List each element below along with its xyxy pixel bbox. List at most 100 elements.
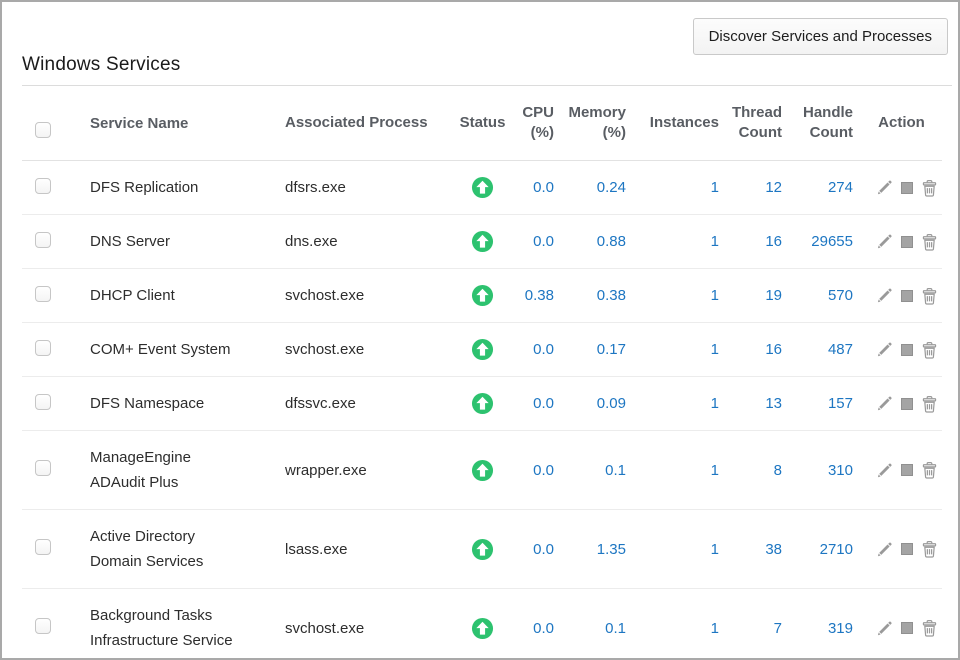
delete-icon[interactable] xyxy=(921,179,938,197)
row-checkbox[interactable] xyxy=(35,232,51,248)
cpu-value[interactable]: 0.38 xyxy=(525,287,554,304)
stop-icon[interactable] xyxy=(901,464,913,476)
instances-value[interactable]: 1 xyxy=(711,620,719,637)
cpu-value[interactable]: 0.0 xyxy=(533,179,554,196)
table-row: DHCP Client svchost.exe 0.38 0.38 1 19 5… xyxy=(22,269,942,323)
handle-count-value[interactable]: 29655 xyxy=(811,233,853,250)
service-name: COM+ Event System xyxy=(70,323,265,376)
status-cell xyxy=(445,459,520,482)
row-checkbox-cell xyxy=(22,178,70,198)
instances-value[interactable]: 1 xyxy=(711,287,719,304)
col-associated-process: Associated Process xyxy=(265,113,445,133)
row-checkbox[interactable] xyxy=(35,460,51,476)
cpu-value[interactable]: 0.0 xyxy=(533,462,554,479)
edit-icon[interactable] xyxy=(876,341,893,358)
cpu-value[interactable]: 0.0 xyxy=(533,395,554,412)
edit-icon[interactable] xyxy=(876,620,893,637)
table-row: Active Directory Domain Services lsass.e… xyxy=(22,510,942,589)
memory-value[interactable]: 0.1 xyxy=(605,620,626,637)
stop-icon[interactable] xyxy=(901,344,913,356)
instances-value[interactable]: 1 xyxy=(711,541,719,558)
edit-icon[interactable] xyxy=(876,395,893,412)
cpu-value[interactable]: 0.0 xyxy=(533,233,554,250)
thread-count-value[interactable]: 12 xyxy=(765,179,782,196)
thread-count-value[interactable]: 16 xyxy=(765,341,782,358)
delete-icon[interactable] xyxy=(921,540,938,558)
status-up-icon xyxy=(471,402,494,419)
edit-icon[interactable] xyxy=(876,462,893,479)
table-header-row: Service Name Associated Process Status C… xyxy=(22,86,942,161)
cpu-value[interactable]: 0.0 xyxy=(533,341,554,358)
action-cell xyxy=(861,540,942,558)
status-up-icon xyxy=(471,348,494,365)
edit-icon[interactable] xyxy=(876,233,893,250)
edit-icon[interactable] xyxy=(876,541,893,558)
memory-value[interactable]: 0.24 xyxy=(597,179,626,196)
memory-value[interactable]: 0.1 xyxy=(605,462,626,479)
select-all-cell xyxy=(22,102,70,144)
thread-count-value[interactable]: 38 xyxy=(765,541,782,558)
col-cpu: CPU (%) xyxy=(520,103,562,143)
instances-value[interactable]: 1 xyxy=(711,233,719,250)
table-body: DFS Replication dfsrs.exe 0.0 0.24 1 12 … xyxy=(22,161,942,660)
instances-value[interactable]: 1 xyxy=(711,462,719,479)
col-action: Action xyxy=(861,113,942,133)
delete-icon[interactable] xyxy=(921,341,938,359)
row-checkbox-cell xyxy=(22,618,70,638)
edit-icon[interactable] xyxy=(876,287,893,304)
status-cell xyxy=(445,176,520,199)
handle-count-value[interactable]: 157 xyxy=(828,395,853,412)
handle-count-value[interactable]: 274 xyxy=(828,179,853,196)
handle-count-value[interactable]: 319 xyxy=(828,620,853,637)
windows-services-page: Discover Services and Processes Windows … xyxy=(0,0,960,660)
status-cell xyxy=(445,392,520,415)
row-checkbox[interactable] xyxy=(35,618,51,634)
row-checkbox[interactable] xyxy=(35,340,51,356)
row-checkbox-cell xyxy=(22,232,70,252)
edit-icon[interactable] xyxy=(876,179,893,196)
thread-count-value[interactable]: 19 xyxy=(765,287,782,304)
memory-value[interactable]: 0.38 xyxy=(597,287,626,304)
delete-icon[interactable] xyxy=(921,619,938,637)
memory-value[interactable]: 1.35 xyxy=(597,541,626,558)
handle-count-value[interactable]: 310 xyxy=(828,462,853,479)
handle-count-value[interactable]: 570 xyxy=(828,287,853,304)
instances-value[interactable]: 1 xyxy=(711,341,719,358)
select-all-checkbox[interactable] xyxy=(35,122,51,138)
thread-count-value[interactable]: 13 xyxy=(765,395,782,412)
discover-services-button[interactable]: Discover Services and Processes xyxy=(693,18,948,55)
row-checkbox-cell xyxy=(22,286,70,306)
thread-count-value[interactable]: 7 xyxy=(774,620,782,637)
row-checkbox[interactable] xyxy=(35,394,51,410)
cpu-value[interactable]: 0.0 xyxy=(533,541,554,558)
stop-icon[interactable] xyxy=(901,182,913,194)
stop-icon[interactable] xyxy=(901,622,913,634)
thread-count-value[interactable]: 16 xyxy=(765,233,782,250)
stop-icon[interactable] xyxy=(901,543,913,555)
stop-icon[interactable] xyxy=(901,398,913,410)
delete-icon[interactable] xyxy=(921,233,938,251)
memory-value[interactable]: 0.17 xyxy=(597,341,626,358)
instances-value[interactable]: 1 xyxy=(711,395,719,412)
cpu-value[interactable]: 0.0 xyxy=(533,620,554,637)
row-checkbox-cell xyxy=(22,460,70,480)
memory-value[interactable]: 0.88 xyxy=(597,233,626,250)
row-checkbox[interactable] xyxy=(35,178,51,194)
action-cell xyxy=(861,179,942,197)
handle-count-value[interactable]: 2710 xyxy=(820,541,853,558)
col-service-name: Service Name xyxy=(70,97,265,150)
delete-icon[interactable] xyxy=(921,287,938,305)
row-checkbox[interactable] xyxy=(35,539,51,555)
row-checkbox[interactable] xyxy=(35,286,51,302)
stop-icon[interactable] xyxy=(901,290,913,302)
service-name: DFS Replication xyxy=(70,161,265,214)
stop-icon[interactable] xyxy=(901,236,913,248)
thread-count-value[interactable]: 8 xyxy=(774,462,782,479)
action-cell xyxy=(861,619,942,637)
delete-icon[interactable] xyxy=(921,461,938,479)
delete-icon[interactable] xyxy=(921,395,938,413)
table-row: ManageEngine ADAudit Plus wrapper.exe 0.… xyxy=(22,431,942,510)
instances-value[interactable]: 1 xyxy=(711,179,719,196)
memory-value[interactable]: 0.09 xyxy=(597,395,626,412)
handle-count-value[interactable]: 487 xyxy=(828,341,853,358)
